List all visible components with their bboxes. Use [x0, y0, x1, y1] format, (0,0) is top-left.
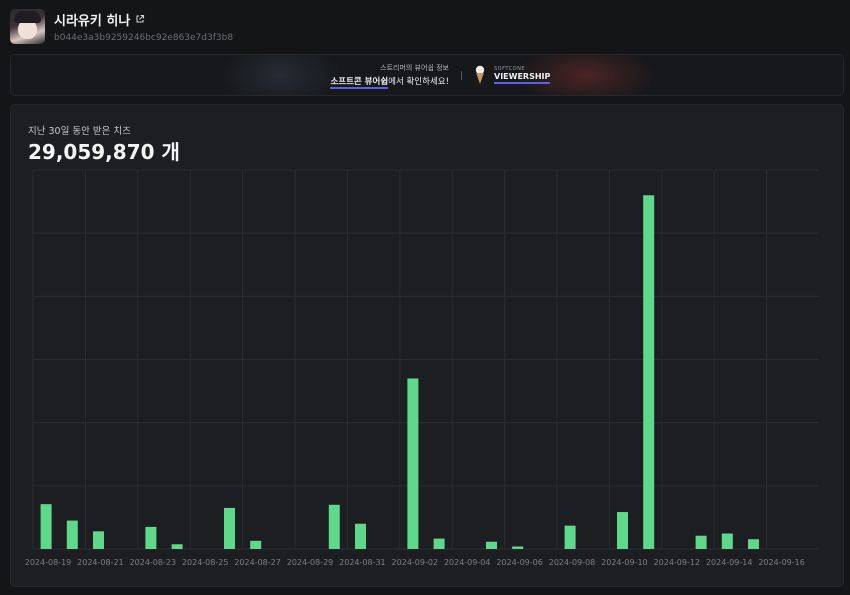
chart-bar: [250, 540, 262, 549]
chart-bar: [695, 535, 707, 549]
banner-rest: 에서 확인하세요!: [388, 77, 449, 87]
chart-bar: [355, 523, 366, 549]
chart-bar: [66, 520, 78, 549]
x-tick-label: 2024-09-06: [496, 558, 543, 567]
chart-bar: [224, 507, 235, 549]
banner-message: 소프트콘 뷰어쉽에서 확인하세요!: [317, 75, 449, 89]
external-link-icon[interactable]: [135, 14, 145, 24]
x-tick-label: 2024-09-16: [758, 558, 805, 567]
banner-divider: [461, 71, 462, 80]
x-tick-label: 2024-08-21: [77, 558, 124, 567]
chart-bar: [721, 533, 733, 549]
profile-info: 시라유키 히나 b044e3a3b9259246bc92e863e7d3f3b8: [54, 10, 233, 43]
x-tick-label: 2024-09-12: [654, 558, 701, 567]
chart-bar: [486, 541, 497, 549]
chart-bar: [433, 538, 445, 549]
chart-bar: [748, 539, 759, 549]
avatar[interactable]: [10, 8, 45, 44]
banner-subtitle: 스트리머의 뷰어쉽 정보: [380, 64, 449, 72]
x-tick-label: 2024-08-27: [234, 558, 281, 567]
channel-id: b044e3a3b9259246bc92e863e7d3f3b8: [54, 32, 234, 43]
x-tick-label: 2024-09-02: [392, 558, 439, 567]
x-tick-label: 2024-09-10: [601, 558, 648, 567]
chart-bar: [40, 504, 52, 549]
channel-name[interactable]: 시라유키 히나: [54, 10, 130, 29]
chart-bar: [328, 504, 340, 549]
cheese-stats-card: 지난 30일 동안 받은 치즈 29,059,870 개 2024-08-19 2…: [10, 104, 844, 587]
banner-highlight: 소프트콘 뷰어쉽: [330, 77, 389, 89]
profile-name-row: 시라유키 히나: [54, 10, 233, 29]
chart-bar: [171, 544, 183, 549]
chart-bar: [93, 531, 104, 549]
x-tick-label: 2024-08-19: [25, 558, 72, 567]
x-tick-label: 2024-09-08: [549, 558, 596, 567]
chart-bar: [617, 512, 628, 549]
ice-cream-cone-icon: [474, 65, 486, 89]
cheese-bar-chart: 2024-08-19 2024-08-21 2024-08-23 2024-08-25…: [25, 169, 819, 567]
x-tick-label: 2024-08-29: [287, 558, 334, 567]
brand-main: VIEWERSHIP: [494, 72, 551, 84]
x-tick-label: 2024-08-25: [182, 558, 229, 567]
chart-bar: [643, 195, 655, 549]
chart-bar: [407, 378, 419, 549]
x-tick-label: 2024-08-31: [339, 558, 386, 567]
chart-bar: [564, 525, 576, 549]
viewership-logo: SOFTCONE VIEWERSHIP: [494, 66, 551, 84]
x-tick-label: 2024-08-23: [130, 558, 177, 567]
profile-header: 시라유키 히나 b044e3a3b9259246bc92e863e7d3f3b8: [10, 7, 233, 45]
viewership-banner[interactable]: 스트리머의 뷰어쉽 정보 소프트콘 뷰어쉽에서 확인하세요! SOFTCONE …: [10, 54, 844, 96]
x-tick-label: 2024-09-04: [444, 558, 491, 567]
x-tick-label: 2024-09-14: [706, 558, 753, 567]
chart-bar: [512, 546, 524, 549]
chart-bar: [145, 526, 157, 549]
banner-text: 스트리머의 뷰어쉽 정보 소프트콘 뷰어쉽에서 확인하세요!: [317, 63, 449, 89]
